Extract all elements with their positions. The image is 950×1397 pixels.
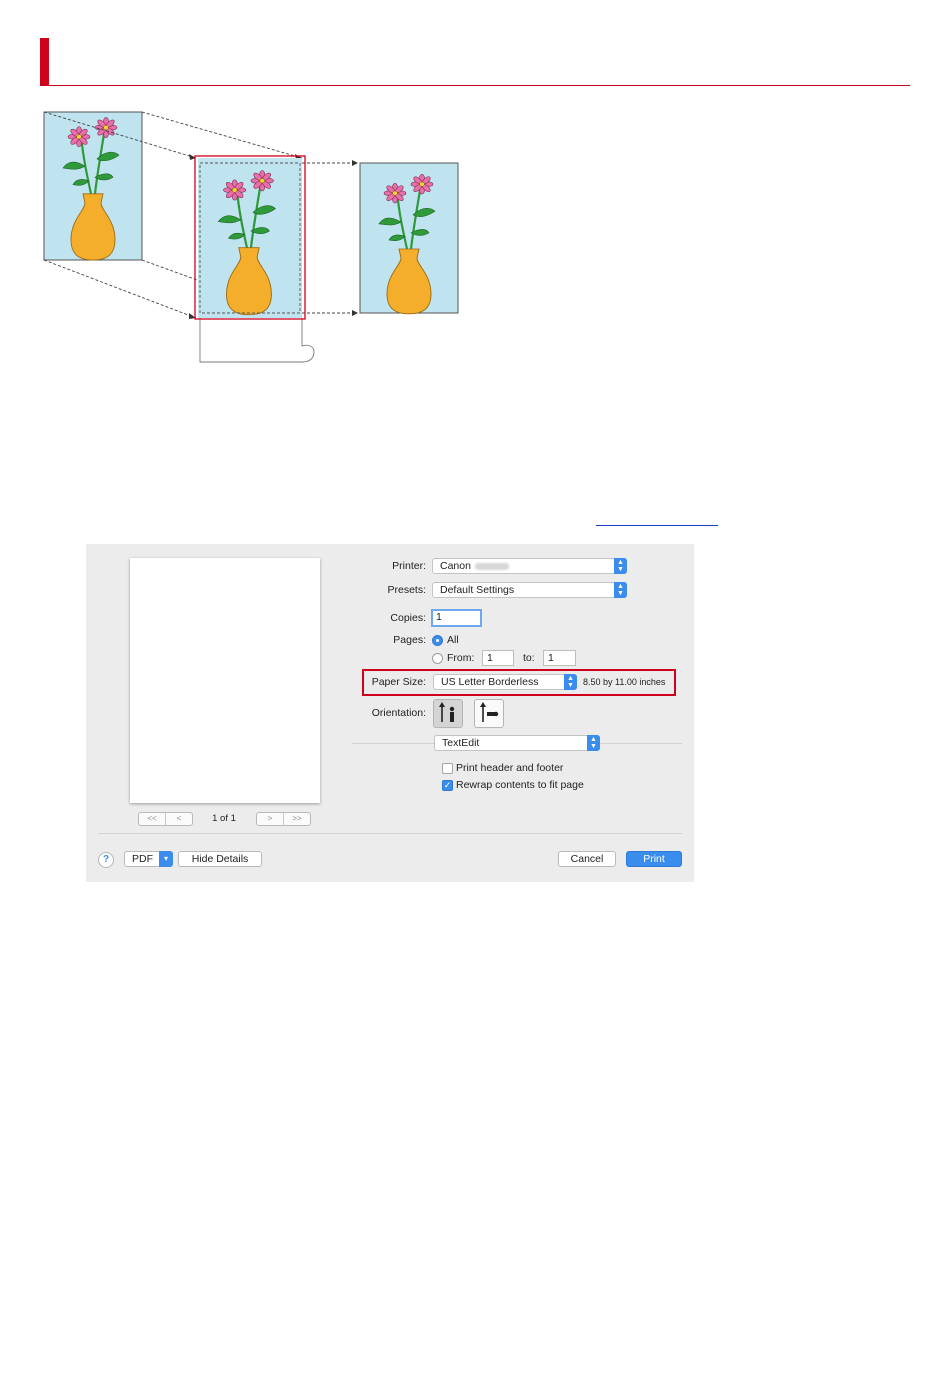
paper-size-popup[interactable]: US Letter Borderless ▲ ▼ xyxy=(433,674,577,690)
footer-separator xyxy=(98,833,682,834)
section-divider xyxy=(40,85,910,86)
presets-label: Presets: xyxy=(387,584,426,596)
landscape-orientation-icon xyxy=(480,702,499,722)
next-page-button[interactable]: > xyxy=(257,813,283,825)
pdf-menu-button[interactable]: PDF ▾ xyxy=(124,851,173,867)
pdf-label: PDF xyxy=(132,853,153,865)
app-section-value: TextEdit xyxy=(442,737,480,749)
borderless-printing-illustration xyxy=(43,111,459,363)
pages-all-radio[interactable] xyxy=(432,635,443,646)
hide-details-button[interactable]: Hide Details xyxy=(178,851,262,867)
pages-to-label: to: xyxy=(523,652,535,664)
presets-value: Default Settings xyxy=(440,584,515,596)
rewrap-label: Rewrap contents to fit page xyxy=(456,779,584,791)
printer-value: Canon xyxy=(440,560,471,572)
paper-size-label: Paper Size: xyxy=(371,676,426,688)
preview-nav-forward: > >> xyxy=(256,812,311,826)
presets-popup[interactable]: Default Settings ▲ ▼ xyxy=(432,582,627,598)
pages-all-label: All xyxy=(447,634,459,646)
last-page-button[interactable]: >> xyxy=(283,813,310,825)
pages-range-radio[interactable] xyxy=(432,653,443,664)
updown-arrows-icon: ▲ ▼ xyxy=(587,735,600,751)
print-preview-page xyxy=(130,558,320,803)
paper-size-dimensions: 8.50 by 11.00 inches xyxy=(583,677,666,687)
preview-page-count: 1 of 1 xyxy=(212,813,236,824)
updown-arrows-icon: ▲ ▼ xyxy=(614,582,627,598)
printer-popup[interactable]: Canon ▲ ▼ xyxy=(432,558,627,574)
portrait-orientation-icon xyxy=(439,702,455,722)
printer-label: Printer: xyxy=(392,560,426,572)
orientation-landscape-button[interactable] xyxy=(474,699,504,728)
preview-nav-back: << < xyxy=(138,812,193,826)
help-button[interactable]: ? xyxy=(98,852,114,868)
link-underline[interactable] xyxy=(596,525,718,526)
pages-from-field[interactable]: 1 xyxy=(482,650,514,666)
copies-field[interactable]: 1 xyxy=(431,609,482,627)
updown-arrows-icon: ▲ ▼ xyxy=(614,558,627,574)
redacted-model xyxy=(474,562,509,570)
header-footer-checkbox[interactable] xyxy=(442,763,453,774)
header-footer-label: Print header and footer xyxy=(456,762,564,774)
print-button[interactable]: Print xyxy=(626,851,682,867)
pages-label: Pages: xyxy=(393,634,426,646)
rewrap-checkbox[interactable]: ✓ xyxy=(442,780,453,791)
chevron-down-icon: ▾ xyxy=(159,851,173,867)
updown-arrows-icon: ▲ ▼ xyxy=(564,674,577,690)
section-marker xyxy=(40,38,49,86)
orientation-label: Orientation: xyxy=(371,707,426,719)
print-dialog: << < 1 of 1 > >> Printer: Canon ▲ ▼ Prese… xyxy=(86,544,694,882)
orientation-portrait-button[interactable] xyxy=(433,699,463,728)
app-section-popup[interactable]: TextEdit ▲ ▼ xyxy=(434,735,600,751)
prev-page-button[interactable]: < xyxy=(165,813,192,825)
pages-to-field[interactable]: 1 xyxy=(543,650,576,666)
first-page-button[interactable]: << xyxy=(139,813,165,825)
paper-size-value: US Letter Borderless xyxy=(441,676,539,688)
pages-from-label: From: xyxy=(447,652,475,664)
cancel-button[interactable]: Cancel xyxy=(558,851,616,867)
copies-label: Copies: xyxy=(390,612,426,624)
